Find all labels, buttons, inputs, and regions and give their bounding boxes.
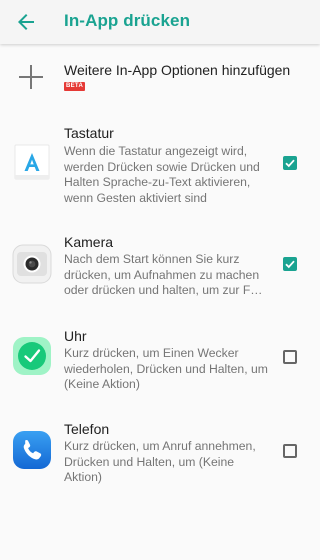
- item-description: Kurz drücken, um Einen Wecker wiederhole…: [64, 346, 268, 391]
- checkmark-icon: [285, 260, 295, 269]
- item-title: Kamera: [64, 234, 114, 250]
- screen: In-App drücken Weitere In-App Optionen h…: [0, 0, 320, 560]
- item-description: Wenn die Tastatur angezeigt wird, werden…: [64, 144, 260, 205]
- list-item-camera[interactable]: Kamera Nach dem Start können Sie kurz dr…: [0, 228, 320, 312]
- item-description: Kurz drücken, um Anruf annehmen, Drücken…: [64, 439, 256, 484]
- list-item-clock[interactable]: Uhr Kurz drücken, um Einen Wecker wieder…: [0, 322, 320, 400]
- add-option-label: Weitere In-App Optionen hinzufügen: [64, 62, 291, 78]
- phone-checkbox[interactable]: [283, 444, 297, 458]
- item-title: Tastatur: [64, 125, 114, 141]
- beta-badge: BETA: [64, 82, 86, 91]
- checkmark-icon: [285, 159, 295, 168]
- item-description: Nach dem Start können Sie kurz drücken, …: [64, 252, 263, 297]
- item-title: Uhr: [64, 328, 87, 344]
- list-item-phone[interactable]: Telefon Kurz drücken, um Anruf annehmen,…: [0, 416, 320, 494]
- arrow-back-icon[interactable]: [14, 10, 38, 34]
- keyboard-app-icon: [14, 144, 50, 180]
- camera-app-icon: [12, 244, 52, 284]
- camera-checkbox[interactable]: [283, 257, 297, 271]
- page-title: In-App drücken: [64, 11, 191, 30]
- list-item-keyboard[interactable]: Tastatur Wenn die Tastatur angezeigt wir…: [0, 118, 320, 212]
- app-bar: In-App drücken: [0, 0, 320, 44]
- add-option-row[interactable]: Weitere In-App Optionen hinzufügen BETA: [0, 54, 320, 102]
- phone-app-icon: [13, 431, 51, 469]
- plus-icon: [19, 65, 43, 89]
- clock-app-icon: [13, 337, 51, 375]
- item-title: Telefon: [64, 421, 110, 437]
- clock-checkbox[interactable]: [283, 350, 297, 364]
- keyboard-checkbox[interactable]: [283, 156, 297, 170]
